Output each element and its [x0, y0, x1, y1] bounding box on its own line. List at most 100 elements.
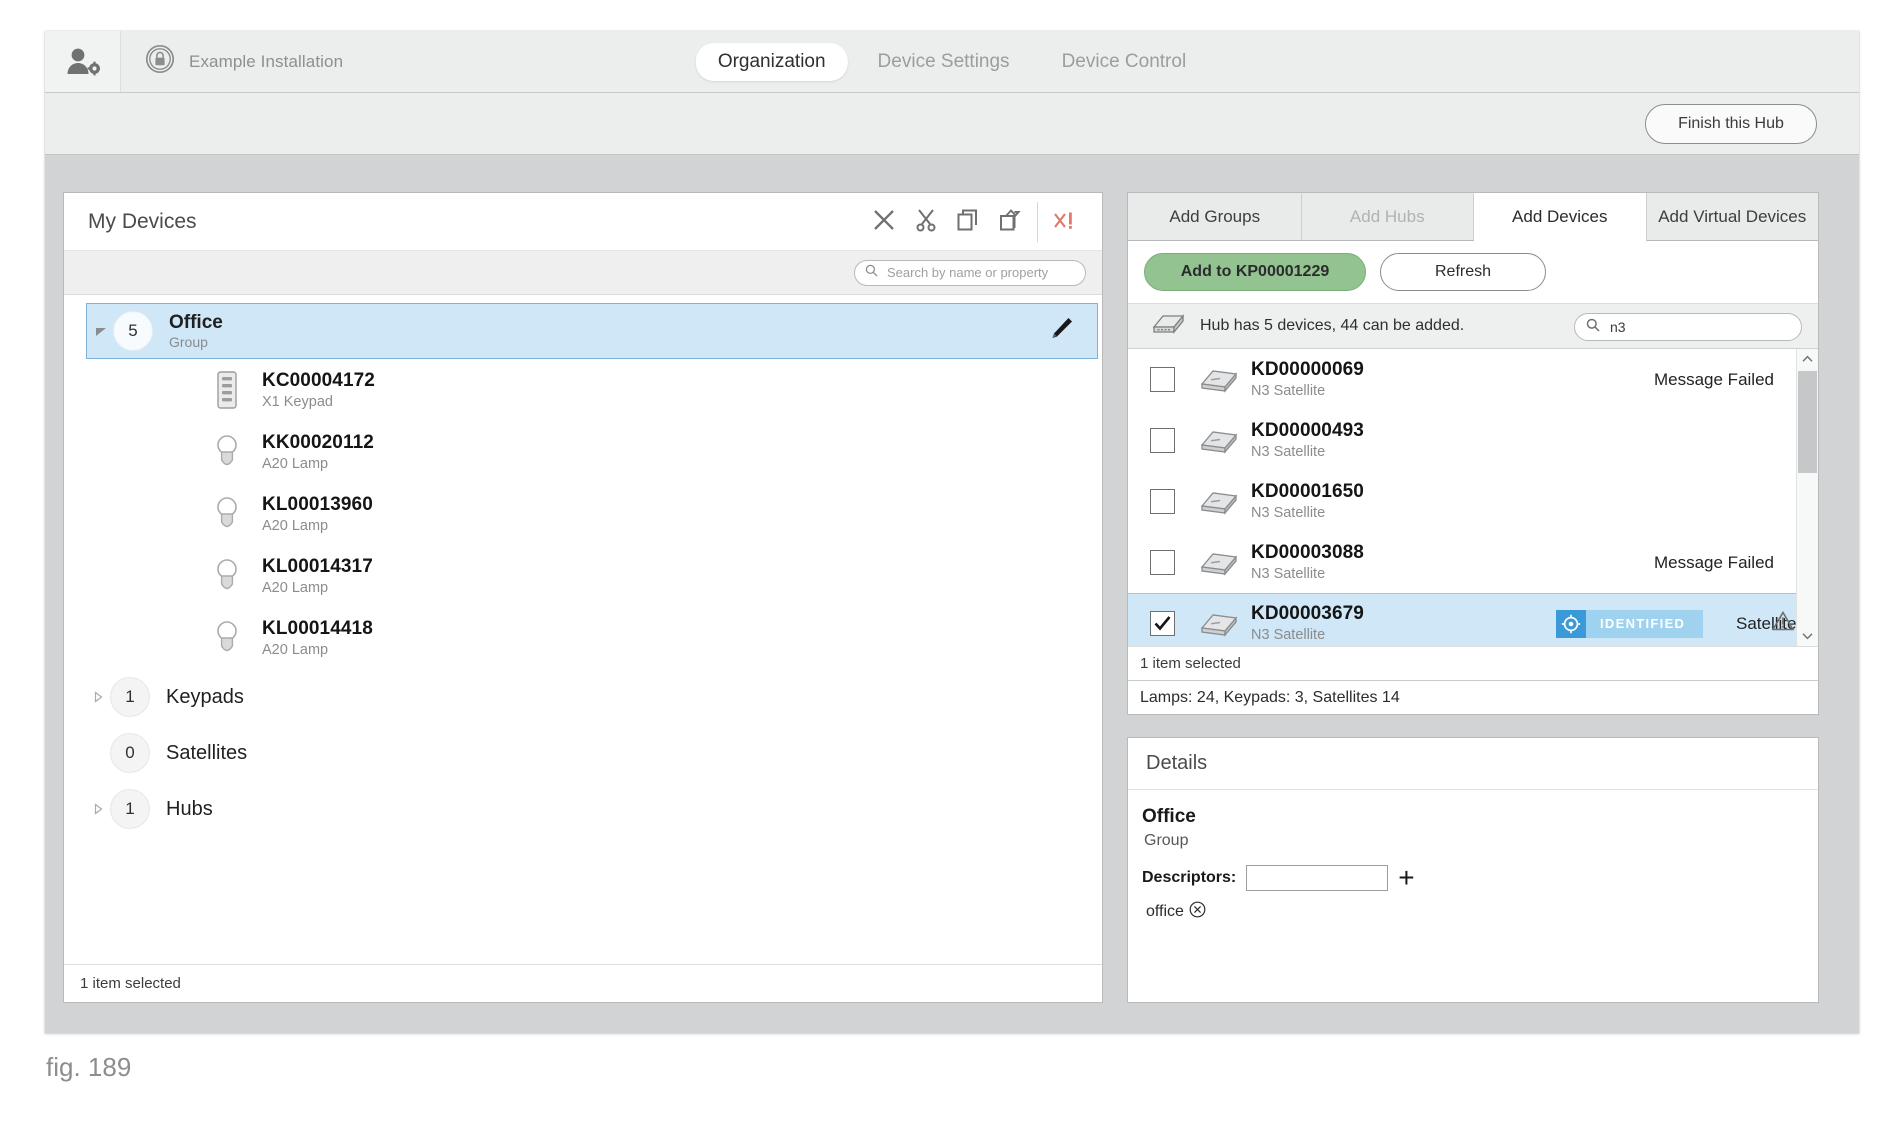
satellite-icon	[1197, 366, 1241, 394]
my-devices-title: My Devices	[88, 209, 197, 233]
scrollbar-thumb[interactable]	[1798, 371, 1817, 473]
device-name: KC00004172	[262, 369, 375, 391]
group-label-block: Office Group	[169, 312, 223, 351]
add-descriptor-button[interactable]: +	[1398, 864, 1414, 892]
descriptors-row: Descriptors: +	[1142, 864, 1818, 892]
nav-tab-device-settings[interactable]: Device Settings	[856, 43, 1032, 81]
device-type: X1 Keypad	[262, 393, 333, 410]
device-label-block: KD00001650 N3 Satellite	[1251, 481, 1364, 522]
device-name: KK00020112	[262, 431, 374, 453]
hub-icon	[1150, 312, 1186, 341]
lamp-icon	[210, 619, 244, 657]
group-count-badge: 5	[113, 311, 153, 351]
group-name: Satellites	[166, 741, 248, 764]
copy-button[interactable]	[947, 201, 989, 243]
app-window: Example Installation Organization Device…	[45, 31, 1859, 1033]
hub-device-search-input[interactable]	[1608, 318, 1790, 336]
device-label-block: KL00013960 A20 Lamp	[262, 494, 373, 535]
identified-badge-label: IDENTIFIED	[1586, 609, 1704, 638]
device-checkbox[interactable]	[1150, 367, 1175, 392]
copy-icon	[956, 208, 980, 237]
collapse-triangle-icon[interactable]	[93, 323, 109, 339]
user-settings-button[interactable]	[45, 31, 121, 92]
add-panel-totals-status: Lamps: 24, Keypads: 3, Satellites 14	[1128, 680, 1818, 714]
cut-button[interactable]	[905, 201, 947, 243]
satellite-icon	[1197, 549, 1241, 577]
descriptor-tag: office	[1146, 901, 1818, 923]
remove-all-icon	[1052, 207, 1078, 238]
hub-device-search-box[interactable]	[1574, 313, 1802, 341]
remove-circle-icon[interactable]	[1189, 901, 1206, 923]
tree-device-row[interactable]: KL00014418 A20 Lamp	[64, 607, 1102, 669]
tree-device-row[interactable]: KL00014317 A20 Lamp	[64, 545, 1102, 607]
figure-caption: fig. 189	[46, 1052, 132, 1082]
delete-button[interactable]	[863, 201, 905, 243]
available-device-row-selected[interactable]: KD00003679 N3 Satellite IDENTIFIED Satel…	[1128, 593, 1818, 646]
identified-badge[interactable]: IDENTIFIED	[1556, 609, 1704, 638]
tree-device-row[interactable]: KL00013960 A20 Lamp	[64, 483, 1102, 545]
my-devices-toolbar	[863, 193, 1086, 251]
descriptors-input[interactable]	[1246, 865, 1389, 891]
add-panel-tabs: Add Groups Add Hubs Add Devices Add Virt…	[1128, 193, 1818, 242]
device-checkbox[interactable]	[1150, 611, 1175, 636]
screenshot-root: Example Installation Organization Device…	[0, 0, 1882, 1132]
remove-all-button[interactable]	[1044, 201, 1086, 243]
group-label-block: Hubs	[166, 798, 213, 821]
group-name: Keypads	[166, 685, 244, 708]
lock-badge-icon	[145, 44, 175, 79]
group-label-block: Keypads	[166, 686, 244, 709]
edit-group-button[interactable]	[1047, 315, 1075, 348]
expand-triangle-icon[interactable]	[90, 689, 106, 705]
device-name: KL00014418	[262, 617, 373, 639]
available-device-row[interactable]: KD00000493 N3 Satellite	[1128, 410, 1796, 471]
paste-button[interactable]	[989, 201, 1031, 243]
tree-device-row[interactable]: KC00004172 X1 Keypad	[64, 359, 1102, 421]
body-area: My Devices Search by name or property 5 …	[45, 155, 1859, 1033]
warning-icon	[1771, 610, 1795, 637]
lamp-icon	[210, 557, 244, 595]
scroll-up-arrow-icon[interactable]	[1797, 349, 1818, 369]
finish-this-hub-button[interactable]: Finish this Hub	[1645, 104, 1817, 144]
top-bar: Example Installation Organization Device…	[45, 31, 1859, 93]
tab-add-devices[interactable]: Add Devices	[1474, 193, 1647, 242]
tree-device-row[interactable]: KK00020112 A20 Lamp	[64, 421, 1102, 483]
device-checkbox[interactable]	[1150, 428, 1175, 453]
device-list-scrollbar[interactable]	[1796, 349, 1818, 646]
add-panel-buttons: Add to KP00001229 Refresh	[1128, 241, 1818, 303]
device-label-block: KD00000069 N3 Satellite	[1251, 359, 1364, 400]
scroll-down-arrow-icon[interactable]	[1797, 626, 1818, 646]
device-checkbox[interactable]	[1150, 489, 1175, 514]
nav-tab-device-control[interactable]: Device Control	[1040, 43, 1209, 81]
device-label-block: KL00014418 A20 Lamp	[262, 618, 373, 659]
group-count-badge: 1	[110, 677, 150, 717]
device-type: N3 Satellite	[1251, 383, 1326, 400]
refresh-button[interactable]: Refresh	[1380, 253, 1546, 291]
tree-group-keypads[interactable]: 1 Keypads	[76, 669, 1096, 725]
device-checkbox[interactable]	[1150, 550, 1175, 575]
available-device-row[interactable]: KD00000069 N3 Satellite Message Failed	[1128, 349, 1796, 410]
details-header: Details	[1128, 738, 1818, 790]
tab-add-hubs[interactable]: Add Hubs	[1301, 194, 1474, 240]
tree-group-satellites[interactable]: 0 Satellites	[76, 725, 1096, 781]
installation-name: Example Installation	[189, 51, 344, 71]
device-name: KD00000069	[1251, 359, 1364, 381]
tab-add-groups[interactable]: Add Groups	[1129, 194, 1302, 240]
tree-group-office[interactable]: 5 Office Group	[86, 303, 1098, 359]
device-label-block: KL00014317 A20 Lamp	[262, 556, 373, 597]
device-search-box[interactable]	[854, 259, 1086, 286]
details-subtitle: Group	[1144, 832, 1189, 849]
device-search-input[interactable]	[885, 264, 1075, 281]
device-name: KL00014317	[262, 555, 373, 577]
add-to-hub-button[interactable]: Add to KP00001229	[1144, 253, 1366, 291]
keypad-icon	[210, 371, 244, 409]
tree-group-hubs[interactable]: 1 Hubs	[76, 781, 1096, 837]
delete-icon	[872, 208, 896, 237]
expand-triangle-icon[interactable]	[90, 801, 106, 817]
toolbar-divider	[1037, 202, 1038, 242]
available-device-row[interactable]: KD00003088 N3 Satellite Message Failed	[1128, 532, 1796, 593]
nav-tab-organization[interactable]: Organization	[695, 42, 848, 81]
satellite-icon	[1197, 610, 1241, 638]
my-devices-status-bar: 1 item selected	[64, 964, 1102, 1002]
available-device-row[interactable]: KD00001650 N3 Satellite	[1128, 471, 1796, 532]
tab-add-virtual-devices[interactable]: Add Virtual Devices	[1646, 194, 1818, 240]
